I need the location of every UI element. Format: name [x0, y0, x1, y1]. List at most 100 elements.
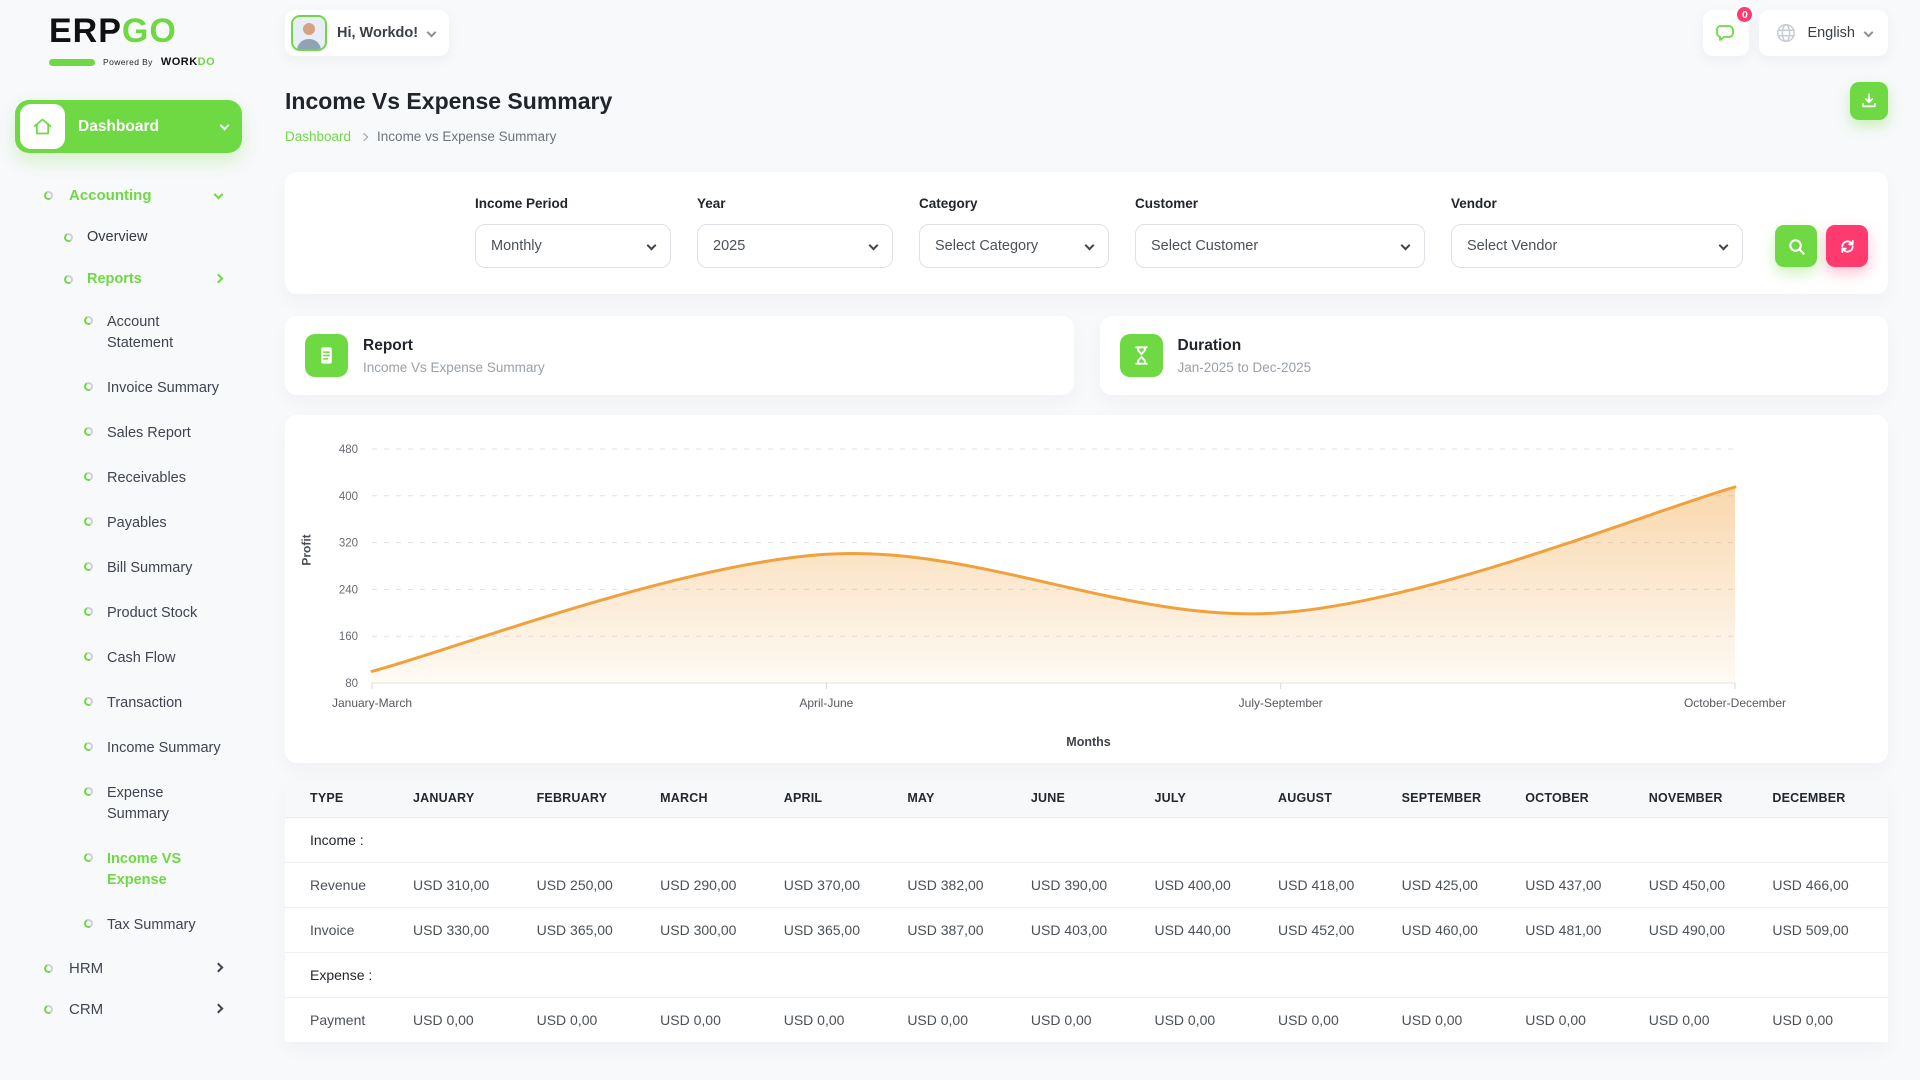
sidebar-report-item[interactable]: Bill Summary — [0, 546, 262, 591]
table-cell: USD 0,00 — [1764, 997, 1888, 1042]
bullet-icon — [62, 231, 75, 243]
bullet-icon — [82, 425, 95, 438]
profit-chart-card: Profit 80 160 240 320 400 480 January-March Apr… — [285, 415, 1888, 763]
table-header-cell: OCTOBER — [1517, 779, 1641, 818]
workdo-do: DO — [197, 56, 216, 68]
globe-icon — [1777, 24, 1796, 42]
table-row: Payment USD 0,00 USD 0,00 USD 0,00 USD 0,00… — [285, 997, 1888, 1042]
sidebar-report-item[interactable]: Receivables — [0, 456, 262, 501]
income-expense-table-card: TYPE JANUARY FEBRUARY MARCH APRIL MAY JUNE JULY… — [285, 779, 1888, 1042]
sidebar-report-item[interactable]: Income Summary — [0, 726, 262, 771]
sidebar-item-overview[interactable]: Overview — [0, 216, 262, 258]
bullet-icon — [82, 314, 95, 327]
row-type-cell: Invoice — [285, 907, 405, 953]
table-row: Invoice USD 330,00 USD 365,00 USD 300,00 US… — [285, 907, 1888, 953]
filter-year: Year 2025 — [697, 196, 893, 268]
table-header-cell: TYPE — [285, 779, 405, 818]
search-button[interactable] — [1775, 225, 1817, 267]
table-header-cell: DECEMBER — [1764, 779, 1888, 818]
table-cell: USD 481,00 — [1517, 907, 1641, 953]
table-cell: USD 425,00 — [1393, 862, 1518, 908]
table-cell: USD 466,00 — [1764, 862, 1888, 908]
category-select[interactable]: Select Category — [919, 224, 1109, 268]
greeting-text: Hi, Workdo! — [337, 25, 419, 41]
logo-erp: ERP — [49, 12, 122, 50]
chevron-down-icon — [219, 120, 230, 131]
notification-badge: 0 — [1735, 5, 1755, 24]
customer-select[interactable]: Select Customer — [1135, 224, 1425, 268]
table-header-cell: JUNE — [1022, 779, 1147, 818]
bullet-icon — [82, 786, 95, 798]
sidebar-item-hrm[interactable]: HRM — [0, 948, 262, 989]
report-item-label: Income VS Expense — [107, 851, 182, 889]
report-item-label: Income Summary — [107, 740, 221, 757]
chart-xtick-label: October-December — [1684, 696, 1786, 710]
vendor-select[interactable]: Select Vendor — [1451, 224, 1743, 268]
reset-button[interactable] — [1826, 225, 1868, 267]
table-cell: USD 382,00 — [899, 862, 1023, 908]
accounting-submenu: Overview Reports — [0, 216, 262, 300]
sidebar-report-item[interactable]: Income VS Expense — [0, 837, 262, 903]
table-cell: USD 403,00 — [1022, 907, 1147, 953]
table-header-cell: FEBRUARY — [528, 779, 653, 818]
language-selector[interactable]: English — [1759, 10, 1888, 56]
breadcrumb-dashboard-link[interactable]: Dashboard — [285, 129, 351, 144]
year-select[interactable]: 2025 — [697, 224, 893, 268]
report-card: Report Income Vs Expense Summary — [285, 316, 1074, 395]
sidebar-report-item[interactable]: Product Stock — [0, 591, 262, 636]
table-cell: USD 250,00 — [528, 862, 653, 908]
sidebar-item-dashboard[interactable]: Dashboard — [15, 100, 242, 153]
category-label: Category — [919, 196, 978, 211]
report-item-label: Payables — [107, 515, 167, 532]
table-cell: USD 370,00 — [775, 862, 900, 908]
filter-actions — [1775, 224, 1868, 268]
chart-ytick-label: 320 — [339, 538, 358, 550]
customer-value: Select Customer — [1151, 238, 1259, 254]
duration-card-subtitle: Jan-2025 to Dec-2025 — [1177, 359, 1312, 375]
reports-submenu: Account Statement Invoice Summary Sales … — [0, 300, 262, 948]
sidebar-item-reports[interactable]: Reports — [0, 258, 262, 300]
category-value: Select Category — [935, 238, 1039, 254]
chart-ytick-label: 400 — [339, 491, 358, 503]
table-cell: USD 452,00 — [1270, 907, 1394, 953]
user-menu[interactable]: Hi, Workdo! — [285, 10, 450, 56]
chart-y-axis-title: Profit — [299, 534, 314, 566]
table-cell: USD 0,00 — [528, 997, 653, 1042]
report-item-label: Invoice Summary — [107, 380, 220, 397]
sidebar-report-item[interactable]: Sales Report — [0, 411, 262, 456]
income-period-select[interactable]: Monthly — [475, 224, 671, 268]
messages-button[interactable]: 0 — [1703, 5, 1755, 56]
table-cell: USD 440,00 — [1146, 907, 1271, 953]
download-button[interactable] — [1850, 82, 1888, 120]
table-cell: USD 450,00 — [1640, 862, 1765, 908]
duration-card-title: Duration — [1177, 336, 1242, 354]
table-row: Revenue USD 310,00 USD 250,00 USD 290,00 US… — [285, 862, 1888, 908]
report-item-label: Transaction — [107, 695, 183, 712]
bullet-icon — [82, 560, 95, 573]
chevron-right-icon — [213, 273, 224, 283]
income-period-value: Monthly — [491, 238, 542, 254]
sidebar-report-item[interactable]: Payables — [0, 501, 262, 546]
sidebar-report-item[interactable]: Expense Summary — [0, 771, 262, 837]
report-item-label: Cash Flow — [107, 650, 176, 667]
sidebar-report-item[interactable]: Account Statement — [0, 300, 262, 366]
language-label: English — [1807, 25, 1855, 41]
table-header-cell: NOVEMBER — [1640, 779, 1765, 818]
chart-ytick-label: 240 — [339, 584, 358, 596]
avatar — [291, 15, 327, 51]
sidebar-report-item[interactable]: Cash Flow — [0, 636, 262, 681]
sidebar-report-item[interactable]: Invoice Summary — [0, 366, 262, 411]
sidebar-report-item[interactable]: Transaction — [0, 681, 262, 726]
table-cell: USD 460,00 — [1393, 907, 1518, 953]
table-cell: USD 509,00 — [1764, 907, 1888, 953]
vendor-label: Vendor — [1451, 196, 1497, 211]
logo-subline: Powered By WORKDO — [49, 56, 262, 68]
table-header-cell: JANUARY — [405, 779, 529, 818]
home-icon — [20, 104, 65, 149]
sidebar-item-crm[interactable]: CRM — [0, 989, 262, 1030]
sidebar-report-item[interactable]: Tax Summary — [0, 903, 262, 948]
sidebar-item-accounting[interactable]: Accounting — [0, 175, 262, 216]
topbar-actions: 0 English — [1703, 5, 1888, 56]
table-section-row: Expense : — [285, 952, 1888, 998]
chart-x-axis-title: Months — [1066, 735, 1111, 749]
